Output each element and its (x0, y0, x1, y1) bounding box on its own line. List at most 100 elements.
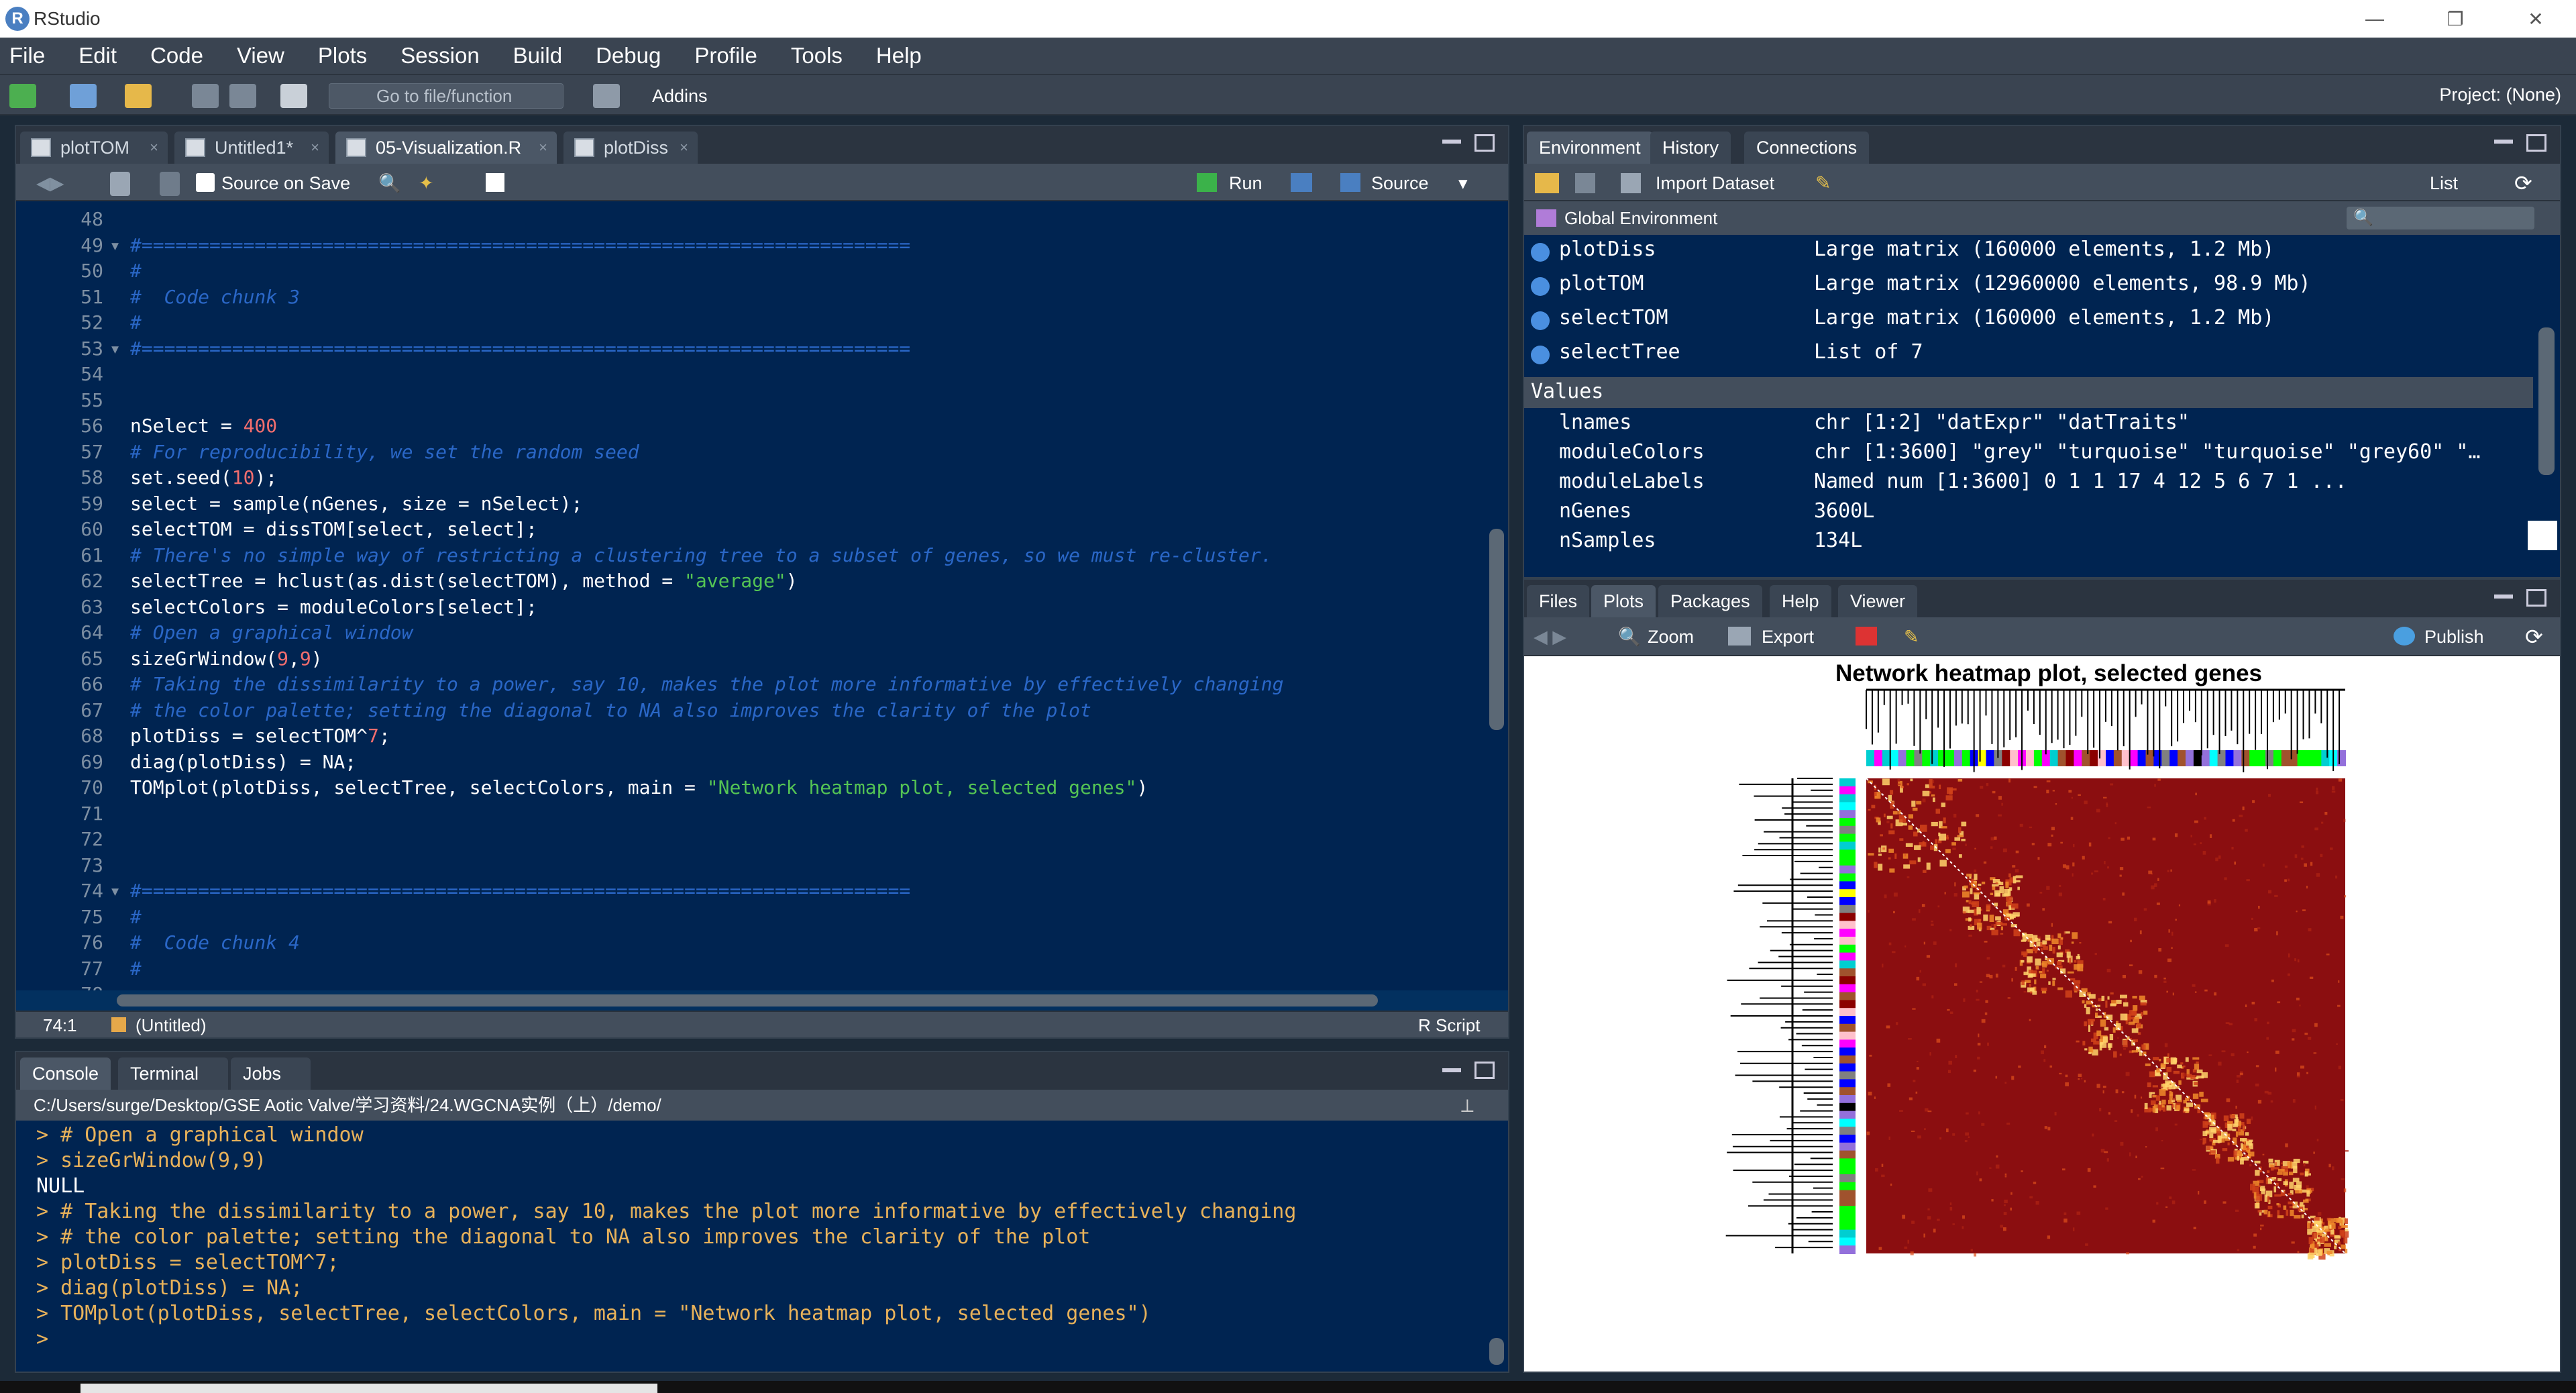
code-editor[interactable]: 48 49 ▾ #==================================… (16, 201, 1508, 1037)
tab-files[interactable]: Files (1527, 585, 1590, 617)
expand-icon[interactable] (1531, 277, 1550, 296)
console-output[interactable]: > # Open a graphical window > sizeGrWindo… (16, 1121, 1508, 1372)
menu-session[interactable]: Session (400, 43, 479, 68)
run-button[interactable]: Run (1229, 173, 1263, 193)
env-value-row[interactable]: nSamples 134L (1524, 529, 2533, 563)
addins-menu[interactable]: Addins (652, 86, 708, 106)
taskbar-item[interactable] (80, 1384, 657, 1393)
compile-report-icon[interactable] (486, 173, 504, 192)
env-data-row[interactable]: selectTree List of 7 (1524, 340, 2533, 374)
close-tab-icon[interactable]: × (150, 132, 158, 164)
tab-visualization[interactable]: 05-Visualization.R × (335, 132, 557, 164)
open-file-icon[interactable] (125, 84, 152, 108)
file-type[interactable]: R Script (1418, 1015, 1480, 1035)
broom-icon[interactable]: ✎ (1904, 627, 1919, 647)
global-environment-dropdown[interactable]: Global Environment (1564, 208, 1717, 228)
tab-plotdiss[interactable]: plotDiss × (564, 132, 698, 164)
tab-help[interactable]: Help (1770, 585, 1831, 617)
menu-profile[interactable]: Profile (694, 43, 757, 68)
grid-view-icon[interactable] (2528, 521, 2557, 550)
list-view-dropdown[interactable]: List (2430, 173, 2458, 193)
env-scrollbar[interactable] (2538, 327, 2555, 475)
env-search-input[interactable]: 🔍 (2347, 207, 2534, 229)
horizontal-scrollbar[interactable] (16, 990, 1508, 1011)
menu-code[interactable]: Code (150, 43, 203, 68)
source-dropdown-icon[interactable]: ▾ (1458, 173, 1468, 193)
load-workspace-icon[interactable] (1535, 173, 1559, 193)
save-all-icon[interactable] (229, 84, 256, 108)
import-dataset-button[interactable]: Import Dataset (1656, 173, 1774, 193)
expand-icon[interactable] (1531, 346, 1550, 364)
menu-tools[interactable]: Tools (791, 43, 843, 68)
plot-nav-icon[interactable]: ◀ ▶ (1534, 627, 1566, 647)
tab-console[interactable]: Console (20, 1057, 111, 1090)
close-tab-icon[interactable]: × (539, 132, 547, 164)
save-icon[interactable] (160, 172, 180, 196)
minimize-pane-icon[interactable] (2494, 140, 2513, 144)
maximize-pane-icon[interactable] (1474, 1062, 1495, 1079)
save-workspace-icon[interactable] (1575, 173, 1595, 193)
new-file-icon[interactable] (9, 84, 36, 108)
refresh-icon[interactable]: ⟳ (2514, 172, 2532, 194)
restore-icon[interactable]: ❐ (2422, 0, 2489, 38)
expand-icon[interactable] (1531, 243, 1550, 262)
back-icon[interactable]: ◀▶ (36, 173, 64, 193)
project-menu[interactable]: Project: (None) (2439, 85, 2561, 105)
menu-build[interactable]: Build (513, 43, 562, 68)
tab-history[interactable]: History (1650, 132, 1731, 164)
show-in-window-icon[interactable] (110, 172, 130, 196)
remove-plot-icon[interactable] (1856, 627, 1877, 646)
maximize-pane-icon[interactable] (1474, 134, 1495, 152)
tab-plottom[interactable]: plotTOM × (20, 132, 168, 164)
tab-terminal[interactable]: Terminal (118, 1057, 229, 1090)
zoom-button[interactable]: Zoom (1648, 627, 1694, 647)
scrollbar-thumb[interactable] (117, 994, 1378, 1007)
env-data-row[interactable]: selectTOM Large matrix (160000 elements, … (1524, 306, 2533, 340)
print-icon[interactable] (280, 84, 307, 108)
tab-viewer[interactable]: Viewer (1838, 585, 1918, 617)
maximize-pane-icon[interactable] (2526, 134, 2546, 152)
menu-edit[interactable]: Edit (78, 43, 117, 68)
source-button[interactable]: Source (1371, 173, 1429, 193)
menu-debug[interactable]: Debug (596, 43, 661, 68)
source-on-save-checkbox[interactable] (196, 173, 215, 192)
save-icon[interactable] (192, 84, 219, 108)
minimize-icon[interactable]: — (2341, 0, 2408, 38)
menu-file[interactable]: File (9, 43, 45, 68)
env-data-row[interactable]: plotTOM Large matrix (12960000 elements, … (1524, 272, 2533, 306)
menu-plots[interactable]: Plots (318, 43, 367, 68)
goto-file-input[interactable]: Go to file/function (329, 83, 564, 109)
minimize-pane-icon[interactable] (1442, 1068, 1461, 1072)
console-scrollbar[interactable] (1489, 1338, 1504, 1365)
broom-icon[interactable]: ✎ (1815, 172, 1835, 193)
grid-icon[interactable] (593, 84, 620, 108)
tab-jobs[interactable]: Jobs (231, 1057, 311, 1090)
menu-view[interactable]: View (237, 43, 284, 68)
scope-label[interactable]: (Untitled) (136, 1015, 206, 1035)
expand-icon[interactable] (1531, 311, 1550, 330)
maximize-pane-icon[interactable] (2526, 589, 2546, 607)
env-data-row[interactable]: plotDiss Large matrix (160000 elements, 1… (1524, 238, 2533, 272)
fold-icon[interactable]: ▾ (107, 234, 121, 256)
tab-plots[interactable]: Plots (1591, 585, 1656, 617)
rerun-icon[interactable] (1291, 173, 1312, 192)
fold-icon[interactable]: ▾ (107, 338, 121, 360)
export-button[interactable]: Export (1762, 627, 1814, 647)
new-project-icon[interactable] (70, 84, 97, 108)
publish-button[interactable]: Publish (2424, 627, 2484, 647)
working-directory[interactable]: C:/Users/surge/Desktop/GSE Aotic Valve/学… (34, 1095, 661, 1115)
search-icon[interactable]: 🔍 (378, 173, 401, 193)
clear-console-icon[interactable]: ⟂ (1461, 1095, 1488, 1116)
close-tab-icon[interactable]: × (680, 132, 688, 164)
fold-icon[interactable]: ▾ (107, 880, 121, 902)
tab-untitled1[interactable]: Untitled1* × (174, 132, 329, 164)
refresh-icon[interactable]: ⟳ (2525, 626, 2543, 648)
tab-packages[interactable]: Packages (1658, 585, 1762, 617)
close-tab-icon[interactable]: × (311, 132, 319, 164)
vertical-scrollbar[interactable] (1489, 529, 1504, 730)
tab-connections[interactable]: Connections (1744, 132, 1870, 164)
menu-help[interactable]: Help (876, 43, 922, 68)
tab-environment[interactable]: Environment (1527, 132, 1653, 164)
minimize-pane-icon[interactable] (1442, 140, 1461, 144)
minimize-pane-icon[interactable] (2494, 595, 2513, 599)
